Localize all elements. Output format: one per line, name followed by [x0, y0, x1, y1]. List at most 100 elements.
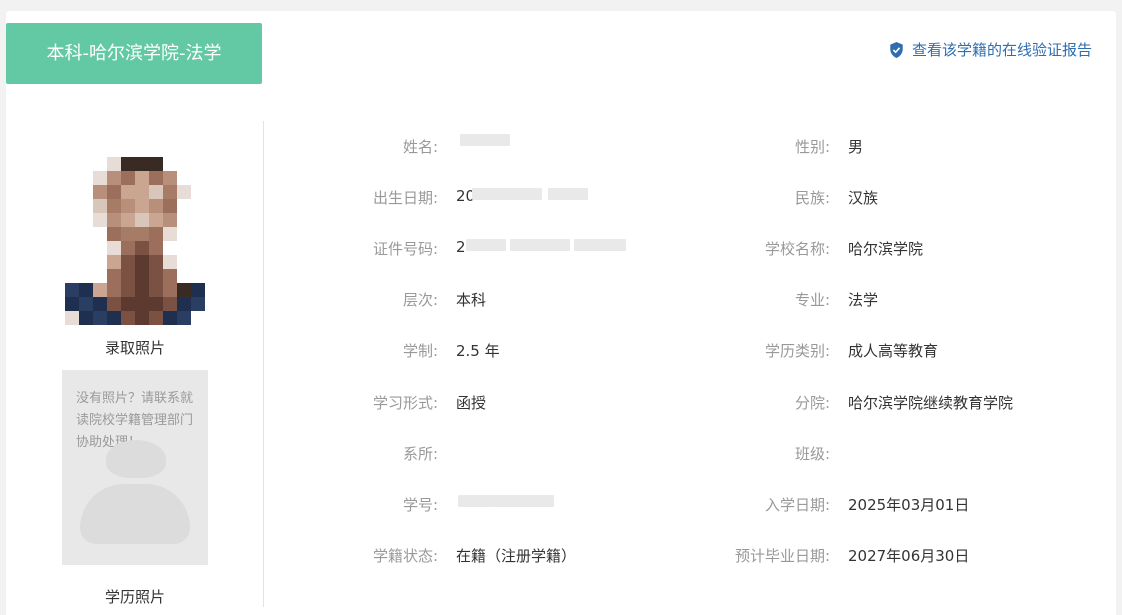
- redacted-photo-pixel: [107, 213, 121, 227]
- redacted-photo-pixel: [191, 297, 205, 311]
- left-field-value-2: 2: [456, 238, 466, 256]
- redacted-photo-pixel: [135, 255, 149, 269]
- redacted-value-mask: [510, 239, 570, 251]
- redacted-photo-pixel: [121, 241, 135, 255]
- redacted-photo-pixel: [135, 269, 149, 283]
- redacted-photo-pixel: [121, 213, 135, 227]
- redacted-photo-pixel: [107, 283, 121, 297]
- shield-check-icon: [890, 41, 903, 58]
- redacted-photo-pixel: [121, 185, 135, 199]
- redacted-photo-pixel: [135, 171, 149, 185]
- redacted-photo-pixel: [163, 171, 177, 185]
- left-field-label-4: 学制:: [402, 342, 438, 360]
- redacted-photo-pixel: [135, 311, 149, 325]
- redacted-photo-pixel: [121, 297, 135, 311]
- redacted-photo-pixel: [135, 185, 149, 199]
- redacted-photo-pixel: [93, 297, 107, 311]
- left-field-value-8: 在籍（注册学籍）: [456, 547, 577, 565]
- redacted-photo-pixel: [121, 199, 135, 213]
- redacted-photo-pixel: [121, 157, 135, 171]
- admission-photo: [62, 129, 208, 329]
- redacted-photo-pixel: [149, 297, 163, 311]
- redacted-value-mask: [466, 239, 506, 251]
- redacted-photo-pixel: [135, 297, 149, 311]
- redacted-photo-pixel: [135, 241, 149, 255]
- redacted-photo-pixel: [121, 311, 135, 325]
- redacted-photo-pixel: [107, 297, 121, 311]
- redacted-photo-pixel: [149, 269, 163, 283]
- redacted-photo-pixel: [93, 199, 107, 213]
- right-field-label-7: 入学日期:: [764, 496, 830, 514]
- redacted-photo-pixel: [93, 171, 107, 185]
- redacted-photo-pixel: [163, 297, 177, 311]
- redacted-photo-pixel: [135, 199, 149, 213]
- right-field-value-0: 男: [848, 138, 864, 156]
- diploma-photo-caption: 学历照片: [104, 588, 165, 606]
- redacted-photo-pixel: [93, 283, 107, 297]
- redacted-photo-pixel: [79, 311, 93, 325]
- redacted-photo-pixel: [163, 311, 177, 325]
- redacted-photo-pixel: [121, 269, 135, 283]
- redacted-photo-pixel: [177, 185, 191, 199]
- redacted-photo-pixel: [149, 241, 163, 255]
- redacted-photo-pixel: [177, 311, 191, 325]
- redacted-photo-pixel: [135, 283, 149, 297]
- redacted-photo-pixel: [121, 171, 135, 185]
- right-field-value-5: 哈尔滨学院继续教育学院: [848, 394, 1014, 412]
- redacted-photo-pixel: [163, 255, 177, 269]
- redacted-photo-pixel: [79, 297, 93, 311]
- left-field-label-3: 层次:: [402, 291, 438, 309]
- redacted-photo-pixel: [149, 171, 163, 185]
- redacted-photo-pixel: [79, 283, 93, 297]
- redacted-photo-pixel: [107, 199, 121, 213]
- redacted-photo-pixel: [107, 241, 121, 255]
- left-field-value-5: 函授: [456, 394, 487, 412]
- redacted-photo-pixel: [177, 283, 191, 297]
- redacted-photo-pixel: [163, 199, 177, 213]
- redacted-photo-pixel: [149, 213, 163, 227]
- student-record-card: 本科-哈尔滨学院-法学 查看该学籍的在线验证报告 录取照片 没有照片？请联系就读…: [6, 11, 1116, 615]
- redacted-photo-pixel: [65, 297, 79, 311]
- redacted-photo-pixel: [149, 199, 163, 213]
- photo-panel: 录取照片 没有照片？请联系就读院校学籍管理部门协助处理！ 学历照片: [62, 129, 208, 609]
- right-field-label-6: 班级:: [794, 445, 830, 463]
- redacted-photo-pixel: [65, 311, 79, 325]
- right-field-value-7: 2025年03月01日: [848, 496, 970, 514]
- avatar-head-icon: [106, 440, 166, 478]
- redacted-photo-pixel: [149, 185, 163, 199]
- right-field-label-0: 性别:: [794, 138, 830, 156]
- right-field-value-1: 汉族: [848, 189, 879, 207]
- redacted-photo-pixel: [107, 185, 121, 199]
- redacted-photo-pixel: [149, 157, 163, 171]
- avatar-body-icon: [80, 484, 190, 544]
- redacted-photo-pixel: [149, 255, 163, 269]
- redacted-photo-pixel: [107, 227, 121, 241]
- redacted-photo-pixel: [135, 157, 149, 171]
- redacted-photo-pixel: [149, 283, 163, 297]
- left-field-label-5: 学习形式:: [372, 394, 438, 412]
- record-title-tab: 本科-哈尔滨学院-法学: [6, 23, 262, 84]
- redacted-photo-pixel: [191, 283, 205, 297]
- redacted-photo-pixel: [135, 227, 149, 241]
- redacted-photo-pixel: [121, 255, 135, 269]
- redacted-photo-pixel: [163, 227, 177, 241]
- redacted-photo-pixel: [149, 311, 163, 325]
- redacted-photo-pixel: [163, 269, 177, 283]
- redacted-photo-pixel: [135, 213, 149, 227]
- redacted-photo-pixel: [107, 157, 121, 171]
- redacted-photo-pixel: [93, 185, 107, 199]
- redacted-photo-pixel: [107, 311, 121, 325]
- redacted-value-mask: [548, 188, 588, 200]
- redacted-photo-pixel: [107, 269, 121, 283]
- verify-link-label[interactable]: 查看该学籍的在线验证报告: [912, 39, 1092, 60]
- left-field-label-7: 学号:: [402, 496, 438, 514]
- online-verification-link[interactable]: 查看该学籍的在线验证报告: [889, 39, 1092, 60]
- redacted-value-mask: [460, 134, 510, 146]
- redacted-photo-pixel: [163, 185, 177, 199]
- panel-divider: [263, 121, 264, 607]
- left-field-value-4: 2.5 年: [456, 342, 500, 360]
- right-field-value-4: 成人高等教育: [848, 342, 939, 360]
- right-field-label-5: 分院:: [794, 394, 830, 412]
- left-field-label-8: 学籍状态:: [372, 547, 438, 565]
- left-field-label-6: 系所:: [402, 445, 438, 463]
